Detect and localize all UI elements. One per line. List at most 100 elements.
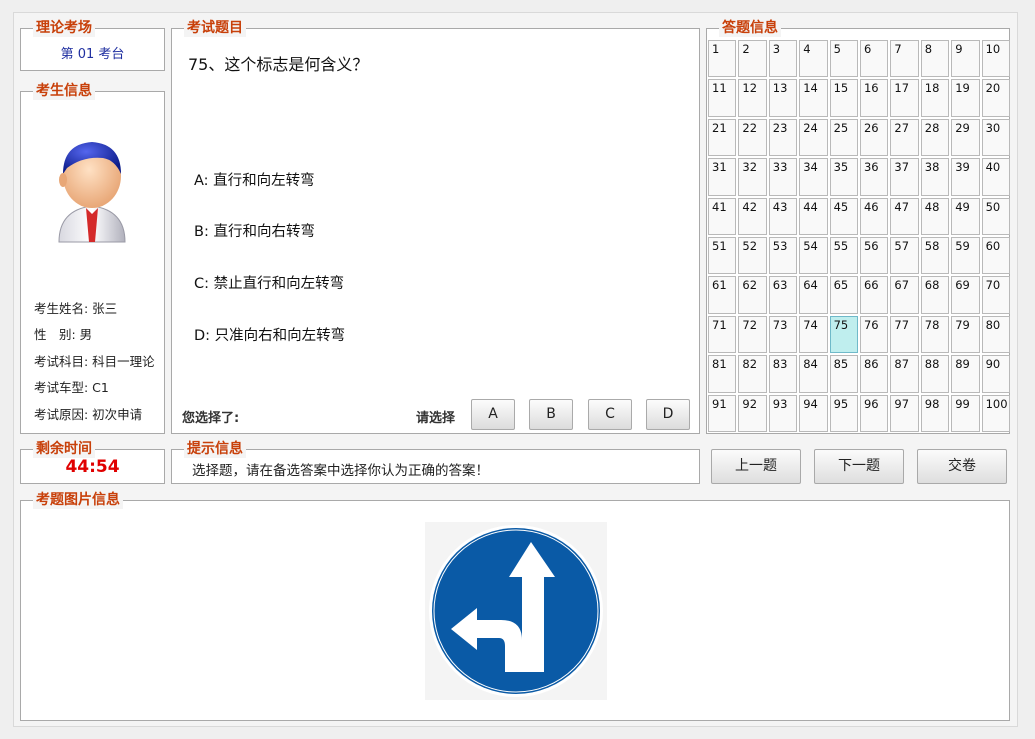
answer-cell[interactable]: 25 (829, 118, 858, 157)
answer-cell[interactable]: 69 (951, 276, 980, 314)
answer-cell[interactable]: 61 (708, 276, 737, 314)
answer-cell[interactable]: 97 (890, 394, 919, 432)
answer-cell[interactable]: 62 (738, 276, 767, 314)
answer-cell[interactable]: 96 (859, 394, 889, 432)
answer-cell[interactable]: 35 (829, 158, 858, 196)
answer-cell[interactable]: 7 (890, 40, 919, 78)
answer-cell[interactable]: 46 (859, 197, 889, 235)
answer-cell[interactable]: 43 (768, 197, 798, 235)
answer-cell[interactable]: 84 (799, 355, 828, 393)
answer-cell[interactable]: 27 (890, 118, 919, 157)
answer-cell[interactable]: 80 (981, 315, 1010, 354)
answer-cell[interactable]: 16 (859, 79, 889, 117)
answer-cell[interactable]: 82 (738, 355, 767, 393)
choice-b-button[interactable]: B (529, 399, 573, 430)
answer-cell[interactable]: 67 (890, 276, 919, 314)
answer-cell[interactable]: 65 (829, 276, 858, 314)
answer-cell[interactable]: 98 (920, 394, 950, 432)
answer-cell[interactable]: 76 (859, 315, 889, 354)
answer-cell[interactable]: 68 (920, 276, 950, 314)
answer-cell[interactable]: 8 (920, 40, 950, 78)
answer-cell[interactable]: 17 (890, 79, 919, 117)
answer-cell[interactable]: 79 (951, 315, 980, 354)
answer-cell[interactable]: 22 (738, 118, 767, 157)
answer-cell[interactable]: 34 (799, 158, 828, 196)
answer-cell[interactable]: 26 (859, 118, 889, 157)
answer-cell[interactable]: 63 (768, 276, 798, 314)
answer-cell[interactable]: 48 (920, 197, 950, 235)
previous-question-button[interactable]: 上一题 (711, 449, 801, 484)
answer-cell[interactable]: 14 (799, 79, 828, 117)
answer-cell[interactable]: 19 (951, 79, 980, 117)
answer-cell[interactable]: 47 (890, 197, 919, 235)
answer-cell[interactable]: 57 (890, 237, 919, 275)
answer-cell[interactable]: 55 (829, 237, 858, 275)
answer-cell[interactable]: 33 (768, 158, 798, 196)
answer-cell[interactable]: 10 (981, 40, 1010, 78)
answer-cell[interactable]: 28 (920, 118, 950, 157)
answer-cell[interactable]: 52 (738, 237, 767, 275)
answer-cell[interactable]: 31 (708, 158, 737, 196)
answer-cell[interactable]: 11 (708, 79, 737, 117)
answer-cell[interactable]: 41 (708, 197, 737, 235)
answer-cell[interactable]: 54 (799, 237, 828, 275)
answer-cell[interactable]: 78 (920, 315, 950, 354)
answer-cell[interactable]: 9 (951, 40, 980, 78)
answer-cell[interactable]: 72 (738, 315, 767, 354)
answer-cell[interactable]: 13 (768, 79, 798, 117)
answer-cell[interactable]: 40 (981, 158, 1010, 196)
answer-cell[interactable]: 74 (799, 315, 828, 354)
answer-cell[interactable]: 32 (738, 158, 767, 196)
answer-cell[interactable]: 99 (951, 394, 980, 432)
answer-cell[interactable]: 73 (768, 315, 798, 354)
answer-cell[interactable]: 6 (859, 40, 889, 78)
answer-cell[interactable]: 3 (768, 40, 798, 78)
choice-a-button[interactable]: A (471, 399, 515, 430)
answer-cell[interactable]: 20 (981, 79, 1010, 117)
answer-cell[interactable]: 50 (981, 197, 1010, 235)
answer-cell[interactable]: 86 (859, 355, 889, 393)
answer-cell[interactable]: 100 (981, 394, 1010, 432)
answer-cell[interactable]: 24 (799, 118, 828, 157)
answer-cell[interactable]: 70 (981, 276, 1010, 314)
answer-cell[interactable]: 90 (981, 355, 1010, 393)
answer-cell[interactable]: 42 (738, 197, 767, 235)
answer-cell[interactable]: 51 (708, 237, 737, 275)
answer-cell[interactable]: 36 (859, 158, 889, 196)
answer-cell[interactable]: 77 (890, 315, 919, 354)
answer-cell[interactable]: 45 (829, 197, 858, 235)
submit-exam-button[interactable]: 交卷 (917, 449, 1007, 484)
answer-cell[interactable]: 18 (920, 79, 950, 117)
answer-cell[interactable]: 39 (951, 158, 980, 196)
answer-cell[interactable]: 49 (951, 197, 980, 235)
answer-cell[interactable]: 75 (829, 315, 858, 354)
answer-cell[interactable]: 81 (708, 355, 737, 393)
answer-cell[interactable]: 4 (799, 40, 828, 78)
answer-cell[interactable]: 89 (951, 355, 980, 393)
answer-cell[interactable]: 60 (981, 237, 1010, 275)
answer-cell[interactable]: 71 (708, 315, 737, 354)
answer-cell[interactable]: 94 (799, 394, 828, 432)
answer-cell[interactable]: 44 (799, 197, 828, 235)
answer-cell[interactable]: 59 (951, 237, 980, 275)
answer-cell[interactable]: 53 (768, 237, 798, 275)
next-question-button[interactable]: 下一题 (814, 449, 904, 484)
answer-cell[interactable]: 83 (768, 355, 798, 393)
answer-cell[interactable]: 64 (799, 276, 828, 314)
answer-cell[interactable]: 37 (890, 158, 919, 196)
answer-cell[interactable]: 91 (708, 394, 737, 432)
answer-cell[interactable]: 12 (738, 79, 767, 117)
answer-cell[interactable]: 87 (890, 355, 919, 393)
answer-cell[interactable]: 15 (829, 79, 858, 117)
answer-cell[interactable]: 30 (981, 118, 1010, 157)
answer-cell[interactable]: 21 (708, 118, 737, 157)
choice-d-button[interactable]: D (646, 399, 690, 430)
answer-cell[interactable]: 1 (708, 40, 737, 78)
answer-cell[interactable]: 58 (920, 237, 950, 275)
answer-cell[interactable]: 2 (738, 40, 767, 78)
answer-cell[interactable]: 92 (738, 394, 767, 432)
answer-cell[interactable]: 88 (920, 355, 950, 393)
answer-cell[interactable]: 5 (829, 40, 858, 78)
answer-cell[interactable]: 93 (768, 394, 798, 432)
answer-cell[interactable]: 56 (859, 237, 889, 275)
